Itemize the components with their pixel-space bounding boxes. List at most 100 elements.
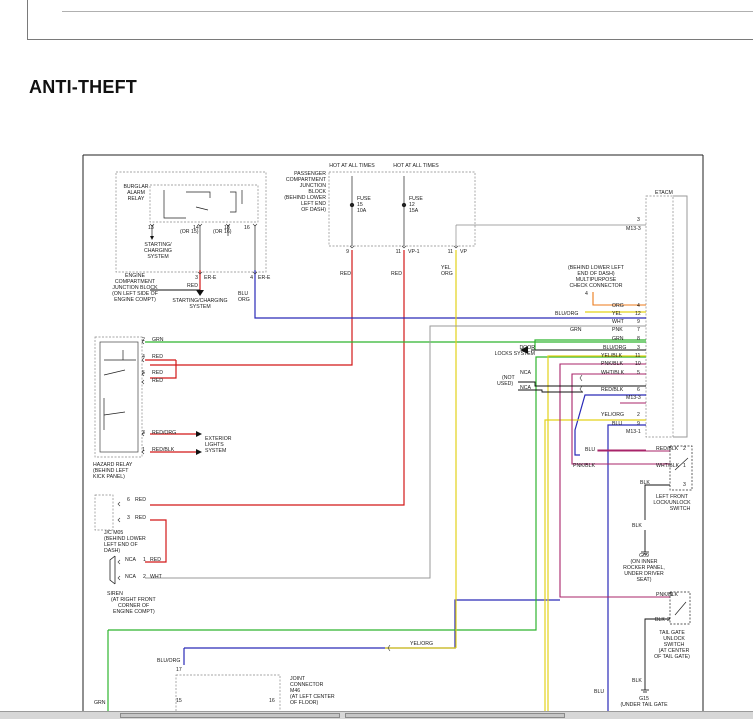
svg-text:RED: RED bbox=[152, 354, 163, 360]
svg-text:YEL: YEL bbox=[612, 311, 622, 317]
svg-text:2: 2 bbox=[143, 574, 146, 580]
green-wires bbox=[107, 339, 646, 711]
wiring-diagram: HOT AT ALL TIMES HOT AT ALL TIMES PASSEN… bbox=[82, 154, 704, 716]
svg-text:6: 6 bbox=[127, 497, 130, 503]
svg-text:BLU: BLU bbox=[594, 689, 604, 695]
svg-text:BLU/ORG: BLU/ORG bbox=[157, 658, 180, 664]
svg-text:10A: 10A bbox=[357, 208, 367, 214]
svg-text:4: 4 bbox=[250, 275, 253, 281]
svg-text:4: 4 bbox=[585, 291, 588, 297]
svg-text:PNK: PNK bbox=[612, 327, 623, 333]
diagram-labels: HOT AT ALL TIMES HOT AT ALL TIMES PASSEN… bbox=[93, 163, 691, 708]
hazard-relay bbox=[99, 341, 139, 453]
svg-text:BLK: BLK bbox=[640, 480, 650, 486]
svg-text:OF DASH): OF DASH) bbox=[301, 207, 326, 213]
svg-text:SWITCH: SWITCH bbox=[670, 506, 691, 512]
svg-text:OF FLOOR): OF FLOOR) bbox=[290, 700, 319, 706]
svg-text:16: 16 bbox=[269, 698, 275, 704]
svg-text:RED/BLK: RED/BLK bbox=[152, 447, 175, 453]
svg-text:11: 11 bbox=[635, 353, 640, 359]
svg-text:PNK/BLK: PNK/BLK bbox=[601, 361, 623, 367]
svg-text:9: 9 bbox=[346, 249, 349, 255]
svg-text:ER-E: ER-E bbox=[258, 275, 271, 281]
svg-text:NCA: NCA bbox=[520, 385, 531, 391]
svg-text:ORG: ORG bbox=[441, 271, 453, 277]
svg-text:GRN: GRN bbox=[570, 327, 582, 333]
svg-text:3: 3 bbox=[127, 515, 130, 521]
svg-text:YEL/BLK: YEL/BLK bbox=[601, 353, 623, 359]
svg-text:RED: RED bbox=[391, 271, 402, 277]
svg-text:3: 3 bbox=[195, 275, 198, 281]
svg-text:PNK/BLK: PNK/BLK bbox=[573, 463, 595, 469]
svg-text:GRN: GRN bbox=[612, 336, 624, 342]
svg-text:M13-1: M13-1 bbox=[626, 429, 641, 435]
svg-text:1: 1 bbox=[683, 463, 686, 469]
svg-text:2: 2 bbox=[683, 446, 686, 452]
svg-text:NCA: NCA bbox=[520, 370, 531, 376]
svg-text:15A: 15A bbox=[409, 208, 419, 214]
svg-text:LOCKS SYSTEM: LOCKS SYSTEM bbox=[495, 351, 535, 357]
svg-text:2: 2 bbox=[142, 337, 145, 343]
svg-text:6: 6 bbox=[637, 387, 640, 393]
svg-text:DASH): DASH) bbox=[104, 548, 120, 554]
svg-text:9: 9 bbox=[637, 319, 640, 325]
svg-text:ENGINE COMPT): ENGINE COMPT) bbox=[114, 297, 156, 303]
svg-text:RED: RED bbox=[135, 515, 146, 521]
label-hot2: HOT AT ALL TIMES bbox=[393, 163, 439, 169]
arrows bbox=[150, 236, 528, 455]
svg-text:4: 4 bbox=[142, 354, 145, 360]
red-wires bbox=[145, 250, 405, 563]
siren-symbol bbox=[109, 555, 116, 585]
svg-text:2: 2 bbox=[637, 412, 640, 418]
svg-text:USED): USED) bbox=[497, 381, 513, 387]
svg-text:SEAT): SEAT) bbox=[637, 577, 652, 583]
svg-text:1: 1 bbox=[670, 592, 673, 598]
svg-text:3: 3 bbox=[142, 430, 145, 436]
svg-text:NCA: NCA bbox=[125, 557, 136, 563]
svg-text:PNK/BLK: PNK/BLK bbox=[656, 592, 678, 598]
svg-text:RED/BLK: RED/BLK bbox=[656, 446, 679, 452]
svg-text:RED: RED bbox=[340, 271, 351, 277]
svg-text:KICK PANEL): KICK PANEL) bbox=[93, 474, 125, 480]
svg-text:BLU/ORG: BLU/ORG bbox=[555, 311, 578, 317]
svg-text:YEL/ORG: YEL/ORG bbox=[410, 641, 433, 647]
svg-text:RED: RED bbox=[135, 497, 146, 503]
svg-text:CHECK CONNECTOR: CHECK CONNECTOR bbox=[570, 283, 623, 289]
svg-text:12: 12 bbox=[635, 311, 641, 317]
label-hot1: HOT AT ALL TIMES bbox=[329, 163, 375, 169]
svg-text:ENGINE COMPT): ENGINE COMPT) bbox=[113, 609, 155, 615]
svg-text:RED: RED bbox=[187, 283, 198, 289]
svg-text:1: 1 bbox=[142, 447, 145, 453]
svg-text:BLU: BLU bbox=[612, 421, 622, 427]
svg-text:11: 11 bbox=[396, 249, 401, 255]
taskbar-button[interactable] bbox=[345, 713, 565, 718]
svg-text:BLU/ORG: BLU/ORG bbox=[603, 345, 626, 351]
svg-text:BLK: BLK bbox=[632, 523, 642, 529]
svg-text:3: 3 bbox=[637, 345, 640, 351]
svg-text:GRN: GRN bbox=[94, 700, 106, 706]
svg-text:(OR 15): (OR 15) bbox=[180, 229, 199, 235]
svg-text:2: 2 bbox=[667, 617, 670, 623]
svg-text:YEL/ORG: YEL/ORG bbox=[601, 412, 624, 418]
svg-text:WHT/BLK: WHT/BLK bbox=[601, 370, 625, 376]
svg-text:M13-3: M13-3 bbox=[626, 226, 641, 232]
fuse-15 bbox=[349, 176, 355, 246]
svg-text:RED: RED bbox=[150, 557, 161, 563]
svg-text:BLU: BLU bbox=[585, 447, 595, 453]
svg-text:WHT: WHT bbox=[150, 574, 163, 580]
svg-text:9: 9 bbox=[637, 421, 640, 427]
svg-text:OF TAIL GATE): OF TAIL GATE) bbox=[654, 654, 690, 660]
svg-text:11: 11 bbox=[448, 249, 453, 255]
svg-text:ETACM: ETACM bbox=[655, 190, 673, 196]
svg-text:VP: VP bbox=[460, 249, 467, 255]
svg-text:RED: RED bbox=[152, 378, 163, 384]
svg-text:ORG: ORG bbox=[238, 297, 250, 303]
taskbar-button[interactable] bbox=[120, 713, 340, 718]
svg-text:16: 16 bbox=[244, 225, 250, 231]
svg-text:7: 7 bbox=[637, 327, 640, 333]
svg-text:5: 5 bbox=[142, 370, 145, 376]
svg-text:13: 13 bbox=[148, 225, 154, 231]
svg-text:3: 3 bbox=[683, 482, 686, 488]
svg-text:WHT/BLK: WHT/BLK bbox=[656, 463, 680, 469]
svg-text:8: 8 bbox=[637, 336, 640, 342]
